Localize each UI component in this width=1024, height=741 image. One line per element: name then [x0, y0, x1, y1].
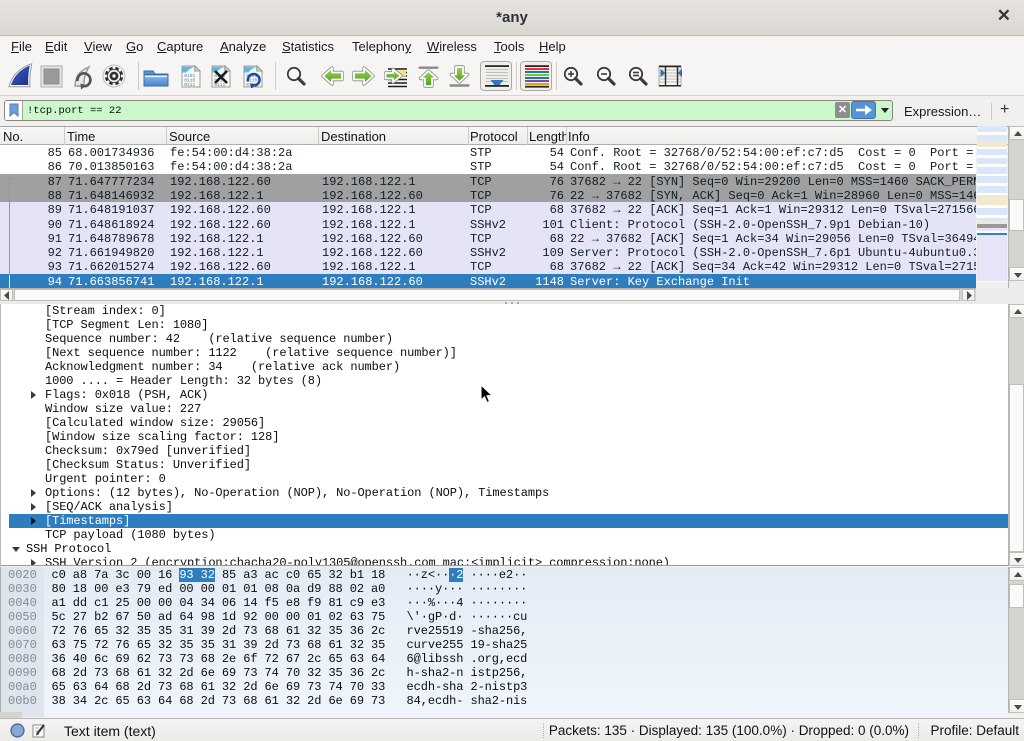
svg-text:0111: 0111 — [184, 82, 195, 88]
